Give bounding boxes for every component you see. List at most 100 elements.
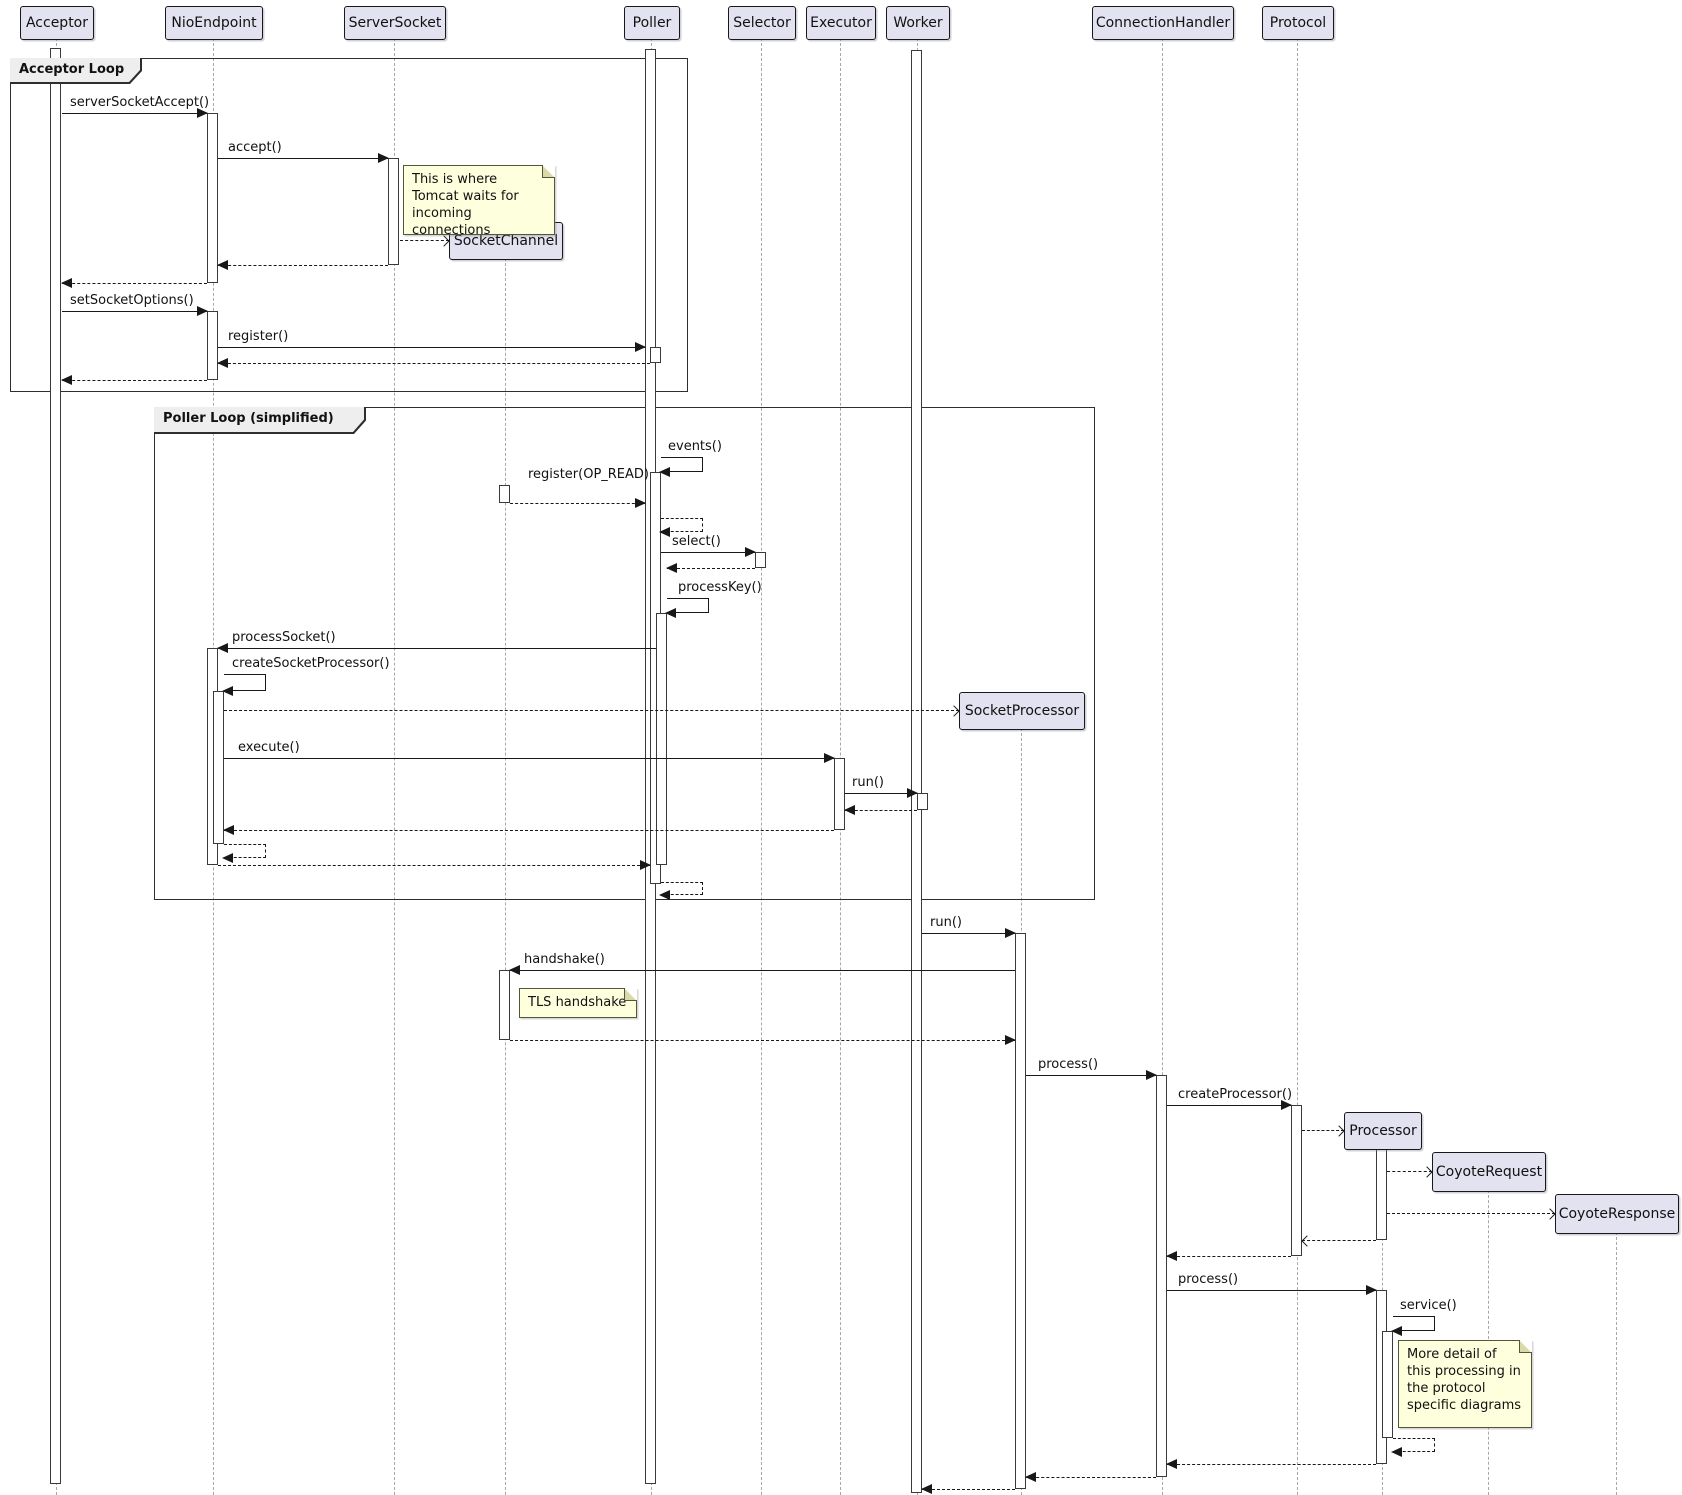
label-register: register() <box>228 329 288 344</box>
sequence-diagram: Acceptor Loop Poller Loop (simplified) <box>0 0 1682 1495</box>
arrowhead-icon <box>640 860 651 870</box>
create-processor-arrow <box>1302 1130 1344 1131</box>
arrow-processsocket <box>218 648 656 649</box>
arrowhead-icon <box>907 788 918 798</box>
label-register-op-read: register(OP_READ) <box>528 467 649 482</box>
arrowhead-icon <box>635 498 646 508</box>
self-message-service <box>1393 1316 1435 1331</box>
return-protocol-connectionhandler <box>1167 1256 1291 1257</box>
label-processkey: processKey() <box>678 580 762 595</box>
label-setsocketoptions: setSocketOptions() <box>70 293 194 308</box>
arrowhead-icon <box>921 1484 932 1494</box>
arrowhead-icon <box>844 805 855 815</box>
note-tls-handshake: TLS handshake <box>519 988 637 1018</box>
arrowhead-icon <box>222 853 233 863</box>
return-executor-nioendpoint <box>224 830 834 831</box>
arrowhead-icon <box>1391 1447 1402 1457</box>
arrow-accept <box>218 158 388 159</box>
self-return-poller-2 <box>661 882 703 895</box>
note-more-detail: More detail of this processing in the pr… <box>1398 1340 1532 1428</box>
arrowhead-icon <box>1366 1285 1377 1295</box>
note-fold-line <box>1519 1340 1532 1353</box>
participant-serversocket: ServerSocket <box>344 6 446 40</box>
frame-acceptor-loop-tab: Acceptor Loop <box>10 58 142 84</box>
return-poller-nioendpoint <box>218 363 650 364</box>
arrowhead-icon <box>1005 928 1016 938</box>
activation-socketchannel-handshake <box>499 970 510 1040</box>
arrowhead-icon <box>1166 1251 1177 1261</box>
activation-socketchannel-register <box>499 485 510 503</box>
return-processor-connectionhandler <box>1167 1464 1376 1465</box>
label-serversocketaccept: serverSocketAccept() <box>70 95 209 110</box>
arrowhead-icon <box>61 375 72 385</box>
arrowhead-icon <box>665 608 676 618</box>
activation-acceptor <box>50 48 61 1484</box>
return-connectionhandler-socketprocessor <box>1026 1477 1156 1478</box>
label-accept: accept() <box>228 140 282 155</box>
arrow-select <box>661 552 755 553</box>
open-arrowhead-icon <box>1333 1125 1344 1136</box>
return-nioendpoint-acceptor-2 <box>62 380 207 381</box>
arrowhead-icon <box>635 342 646 352</box>
participant-worker: Worker <box>886 6 950 40</box>
arrowhead-icon <box>217 643 228 653</box>
arrow-register <box>218 347 645 348</box>
arrowhead-icon <box>1166 1459 1177 1469</box>
label-run-worker: run() <box>852 775 884 790</box>
frame-acceptor-loop-title: Acceptor Loop <box>10 58 140 82</box>
return-serversocket-nioendpoint <box>218 265 388 266</box>
arrow-run-worker <box>845 793 917 794</box>
label-process-connection: process() <box>1038 1057 1098 1072</box>
note-fold-line <box>542 165 555 178</box>
label-execute: execute() <box>238 740 300 755</box>
label-run-socketprocessor: run() <box>930 915 962 930</box>
create-socketprocessor-arrow <box>224 710 959 711</box>
note-more-detail-text: More detail of this processing in the pr… <box>1407 1347 1521 1413</box>
label-createprocessor: createProcessor() <box>1178 1087 1292 1102</box>
create-coyoteresponse-arrow <box>1387 1213 1555 1214</box>
activation-nioendpoint-2 <box>207 311 218 380</box>
open-arrowhead-icon <box>1301 1235 1312 1246</box>
self-message-createsocketprocessor <box>224 674 266 691</box>
arrowhead-icon <box>1391 1326 1402 1336</box>
participant-socketprocessor: SocketProcessor <box>959 692 1085 730</box>
activation-processor-service <box>1382 1331 1393 1438</box>
activation-socketprocessor <box>1015 933 1026 1489</box>
participant-connectionhandler: ConnectionHandler <box>1092 6 1234 40</box>
arrow-process-processor <box>1167 1290 1376 1291</box>
arrowhead-icon <box>223 825 234 835</box>
participant-nioendpoint: NioEndpoint <box>165 6 263 40</box>
arrow-handshake <box>510 970 1015 971</box>
arrowhead-icon <box>197 306 208 316</box>
arrowhead-icon <box>378 153 389 163</box>
arrowhead-icon <box>659 890 670 900</box>
arrow-setsocketoptions <box>62 311 207 312</box>
participant-processor: Processor <box>1344 1112 1422 1150</box>
participant-poller: Poller <box>624 6 680 40</box>
return-socketchannel-poller <box>510 503 645 504</box>
arrowhead-icon <box>217 358 228 368</box>
label-createsocketprocessor: createSocketProcessor() <box>232 656 390 671</box>
arrow-run-socketprocessor <box>922 933 1015 934</box>
activation-poller-register <box>650 347 661 363</box>
arrowhead-icon <box>509 965 520 975</box>
self-return-poller-1 <box>661 518 703 532</box>
return-selector-poller <box>667 568 755 569</box>
arrow-createprocessor <box>1167 1105 1291 1106</box>
activation-processor-1 <box>1376 1148 1387 1240</box>
self-message-events <box>661 457 703 472</box>
arrow-execute <box>224 758 834 759</box>
label-handshake: handshake() <box>524 952 605 967</box>
arrowhead-icon <box>217 260 228 270</box>
return-nioendpoint-poller <box>218 865 650 866</box>
note-fold-line <box>624 988 637 1001</box>
activation-executor <box>834 758 845 830</box>
label-process-processor: process() <box>1178 1272 1238 1287</box>
create-coyoterequest-arrow <box>1387 1171 1432 1172</box>
activation-serversocket <box>388 158 399 265</box>
frame-poller-loop-title: Poller Loop (simplified) <box>154 407 364 432</box>
self-return-nioendpoint <box>224 844 266 858</box>
note-tomcat-waits: This is where Tomcat waits for incoming … <box>403 165 555 235</box>
activation-connectionhandler <box>1156 1075 1167 1477</box>
arrowhead-icon <box>659 467 670 477</box>
